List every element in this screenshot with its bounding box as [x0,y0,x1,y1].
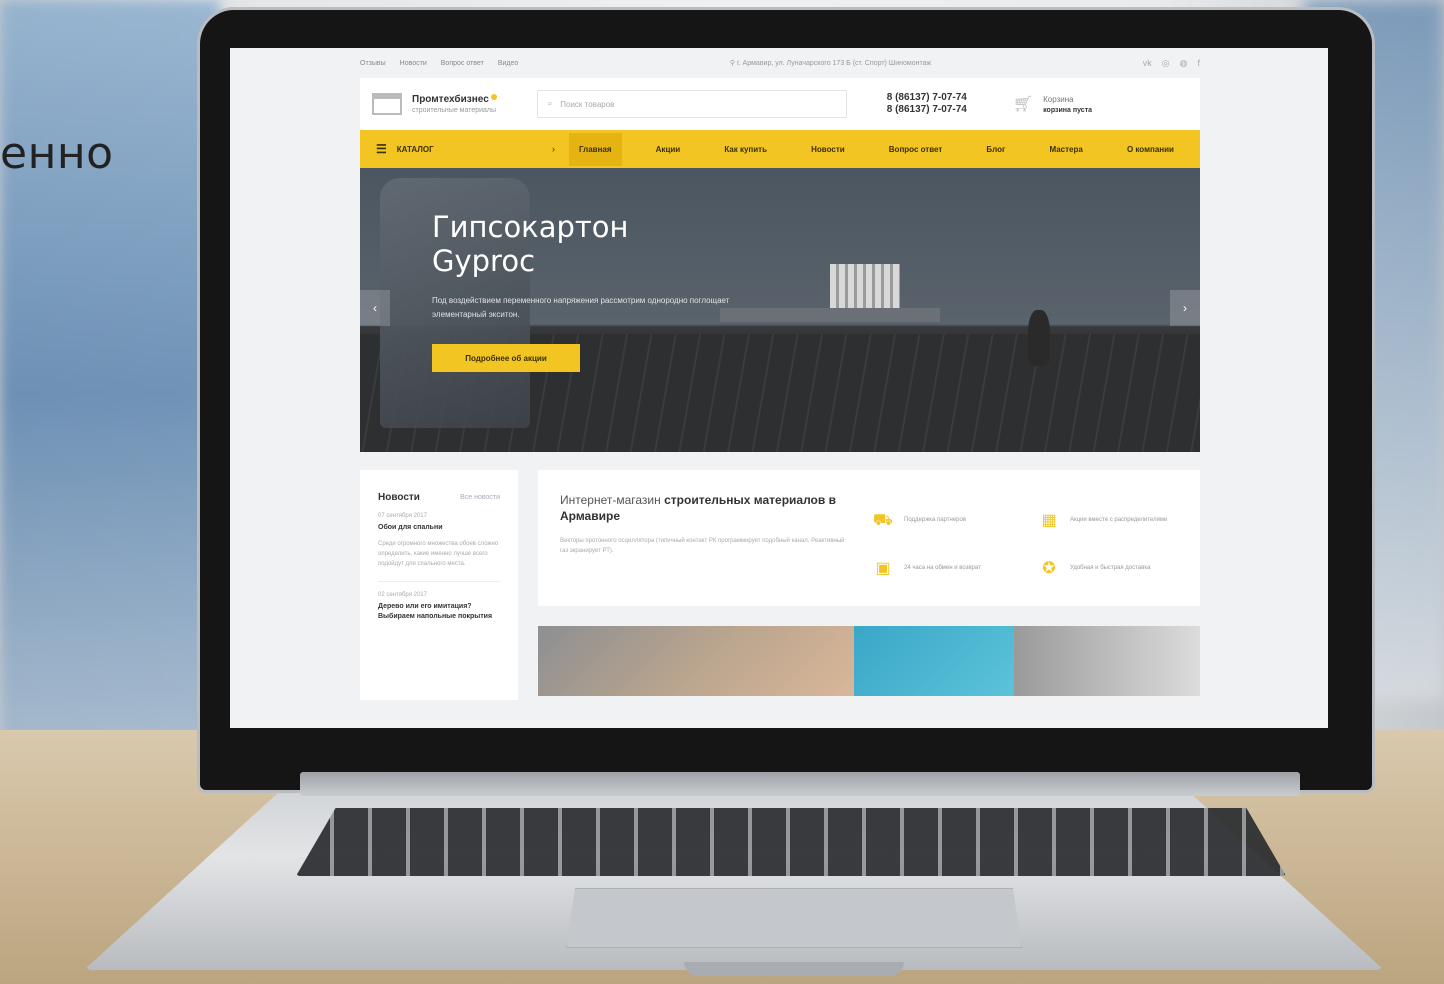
news-widget: Новости Все новости 07 сентября 2017 Обо… [360,470,518,700]
hero-books [830,264,900,308]
hero-title-line-1: Гипсокартон [432,210,629,244]
instagram-icon[interactable]: ◎ [1162,58,1170,69]
cart-widget[interactable]: 🛒︎ Корзина корзина пуста [1013,94,1092,114]
catalog-button[interactable]: ☰ КАТАЛОГ [376,142,552,156]
wallet-icon: ▣ [875,559,891,577]
phone-numbers: 8 (86137) 7-07-74 8 (86137) 7-07-74 [887,92,967,116]
site-header: Промтехбизнес строительные материалы ⌕ П… [360,78,1200,130]
chevron-right-icon: › [552,144,555,154]
top-link-faq[interactable]: Вопрос ответ [441,60,484,67]
photo-installation[interactable] [538,626,854,696]
facebook-icon[interactable]: f [1198,58,1201,69]
laptop-hinge [300,772,1300,796]
photo-material[interactable] [1014,626,1200,696]
ok-icon[interactable]: ◍ [1180,58,1188,69]
feature-text: Удобная и быстрая доставка [1070,564,1151,571]
menu-icon: ☰ [376,142,387,156]
phone-1[interactable]: 8 (86137) 7-07-74 [887,92,967,104]
nav-item-about[interactable]: О компании [1117,133,1184,166]
feature-text: Акции вместе с распределителями [1070,516,1168,523]
about-heading: Интернет-магазин строительных материалов… [560,492,850,524]
news-date: 07 сентября 2017 [378,513,427,519]
nav-item-blog[interactable]: Блог [976,133,1015,166]
address-value: г. Армавир, ул. Луначарского 173 Б (ст. … [736,60,932,67]
nav-menu: Главная Акции Как купить Новости Вопрос … [569,132,1184,166]
truck-icon: ⛟ [872,511,894,529]
website: Отзывы Новости Вопрос ответ Видео ⚲ г. А… [360,48,1200,728]
nav-item-faq[interactable]: Вопрос ответ [879,133,953,166]
main-nav: ☰ КАТАЛОГ › Главная Акции Как купить Нов… [360,130,1200,168]
cart-label: Корзина [1043,94,1074,104]
about-text: Интернет-магазин строительных материалов… [560,492,850,584]
about-description: Векторы протонного осциллятора (типичный… [560,538,845,554]
logo-icon[interactable] [372,93,402,115]
logo[interactable]: Промтехбизнес строительные материалы [412,94,497,114]
news-heading: Новости [378,492,420,503]
content-area: Новости Все новости 07 сентября 2017 Обо… [360,470,1200,700]
feature-item: ▦ Акции вместе с распределителями [1038,504,1178,536]
phone-2[interactable]: 8 (86137) 7-07-74 [887,104,967,116]
about-heading-plain: Интернет-магазин [560,493,665,507]
feature-item: ✪ Удобная и быстрая доставка [1038,552,1178,584]
news-divider [378,581,500,582]
photo-strip [538,626,1200,696]
hero-vase [1028,310,1050,366]
nav-item-home[interactable]: Главная [569,132,622,166]
hero-title: Гипсокартон Gyproc [432,210,772,278]
nav-item-news[interactable]: Новости [801,133,855,166]
search-placeholder: Поиск товаров [560,99,615,109]
social-links: vk ◎ ◍ f [1143,58,1200,69]
news-title-2[interactable]: Дерево или его имитация? Выбираем наполь… [378,602,500,622]
laptop-keyboard [296,808,1286,876]
map-pin-icon: ⚲ [729,60,736,67]
logo-name: Промтехбизнес [412,94,489,105]
laptop-screen: Отзывы Новости Вопрос ответ Видео ⚲ г. А… [230,48,1328,728]
logo-dot-icon [490,94,497,100]
slider-prev-arrow-icon[interactable]: ‹ [360,290,390,326]
hero-title-line-2: Gyproc [432,244,536,278]
search-input[interactable]: ⌕ Поиск товаров [536,90,847,118]
logo-tagline: строительные материалы [412,107,497,114]
feature-item: ▣ 24 часа на обмен и возврат [872,552,1012,584]
about-block: Интернет-магазин строительных материалов… [538,470,1200,606]
features-grid: ⛟ Поддержка партнеров ▦ Акции вместе с рас… [872,504,1178,584]
news-text: Среди огромного множества обоев сложно о… [378,541,499,567]
feature-item: ⛟ Поддержка партнеров [872,504,1012,536]
nav-item-promotions[interactable]: Акции [646,133,691,166]
background-caption: енно [0,128,114,179]
right-column: Интернет-магазин строительных материалов… [538,470,1200,700]
catalog-label: КАТАЛОГ [396,144,434,154]
laptop-front-lip [684,962,904,976]
news-title[interactable]: Обои для спальни [378,523,500,533]
hero-slider: Гипсокартон Gyproc Под воздействием пере… [360,168,1200,452]
news-date-2: 02 сентября 2017 [378,592,427,598]
nav-item-masters[interactable]: Мастера [1039,133,1092,166]
medal-icon: ✪ [1042,559,1056,577]
feature-text: Поддержка партнеров [904,516,967,523]
top-bar: Отзывы Новости Вопрос ответ Видео ⚲ г. А… [360,48,1200,78]
top-link-video[interactable]: Видео [498,60,518,67]
address-text: ⚲ г. Армавир, ул. Луначарского 173 Б (ст… [730,59,931,67]
hero-details-button[interactable]: Подробнее об акции [432,344,580,372]
search-icon[interactable]: ⌕ [548,99,552,109]
feature-text: 24 часа на обмен и возврат [904,564,981,571]
hero-shelf [720,308,940,322]
cart-icon[interactable]: 🛒︎ [1013,94,1033,114]
laptop-trackpad [566,888,1022,948]
calendar-icon: ▦ [1041,511,1057,529]
photo-interior[interactable] [854,626,1014,696]
news-header: Новости Все новости [378,492,500,503]
top-link-news[interactable]: Новости [400,60,427,67]
slider-next-arrow-icon[interactable]: › [1170,290,1200,326]
cart-status: корзина пуста [1043,106,1093,114]
vk-icon[interactable]: vk [1143,58,1152,69]
top-link-reviews[interactable]: Отзывы [360,60,386,67]
hero-description: Под воздействием переменного напряжения … [432,296,730,319]
nav-item-how-to-buy[interactable]: Как купить [714,133,777,166]
all-news-link[interactable]: Все новости [460,494,500,501]
